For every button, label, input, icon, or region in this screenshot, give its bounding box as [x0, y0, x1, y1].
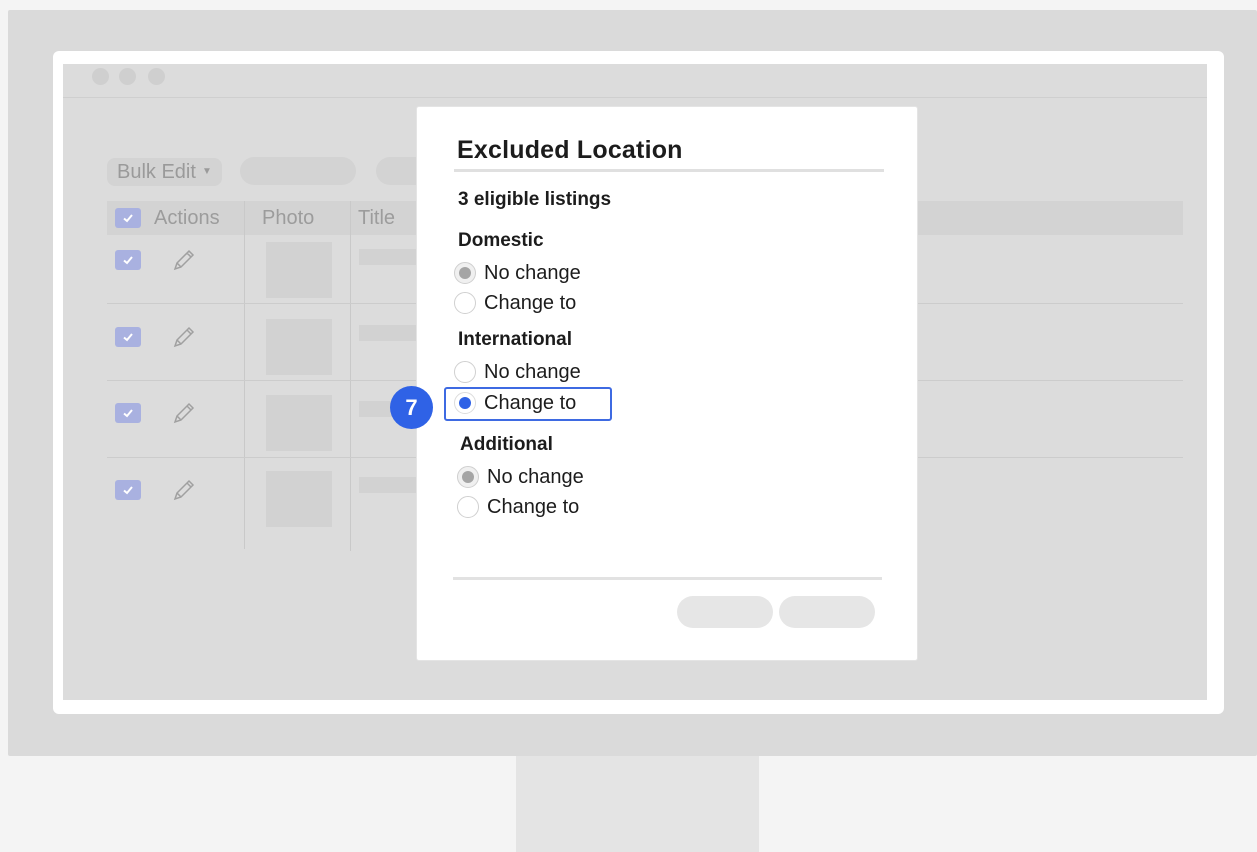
option-label: No change [484, 360, 581, 383]
section-label-additional: Additional [460, 434, 553, 455]
select-all-checkbox[interactable] [115, 208, 141, 228]
row-checkbox[interactable] [115, 403, 141, 423]
radio-button[interactable] [457, 496, 479, 518]
listing-photo [266, 471, 332, 527]
edit-pencil-icon[interactable] [170, 323, 198, 351]
edit-pencil-icon[interactable] [170, 476, 198, 504]
row-checkbox[interactable] [115, 327, 141, 347]
radio-button[interactable] [454, 392, 476, 414]
edit-pencil-icon[interactable] [170, 246, 198, 274]
row-checkbox[interactable] [115, 480, 141, 500]
listing-photo [266, 319, 332, 375]
section-label-international: International [458, 329, 573, 350]
check-icon [123, 486, 133, 495]
modal-footer-divider [453, 577, 882, 580]
international-no-change-option[interactable]: No change [454, 359, 581, 385]
column-header-photo[interactable]: Photo [262, 201, 314, 235]
column-header-title[interactable]: Title [358, 201, 395, 235]
apply-button[interactable] [779, 596, 875, 628]
check-icon [123, 214, 133, 223]
window-close-dot[interactable] [92, 68, 109, 85]
column-header-actions[interactable]: Actions [154, 201, 220, 235]
modal-title: Excluded Location [457, 136, 683, 164]
option-label: Change to [484, 291, 577, 314]
listing-photo [266, 395, 332, 451]
toolbar-filter-pill[interactable] [240, 157, 356, 185]
listing-photo [266, 242, 332, 298]
eligible-listings-count: 3 eligible listings [458, 189, 612, 210]
listing-title-placeholder [359, 249, 419, 265]
option-label: No change [487, 465, 584, 488]
domestic-change-to-option[interactable]: Change to [454, 290, 576, 316]
check-icon [123, 333, 133, 342]
check-icon [123, 256, 133, 265]
domestic-no-change-option[interactable]: No change [454, 260, 581, 286]
section-label-domestic: Domestic [458, 230, 544, 251]
option-label: No change [484, 261, 581, 284]
radio-button[interactable] [457, 466, 479, 488]
bulk-edit-label: Bulk Edit [117, 161, 196, 183]
listing-title-placeholder [359, 477, 419, 493]
radio-button[interactable] [454, 292, 476, 314]
window-minimize-dot[interactable] [119, 68, 136, 85]
international-change-to-option[interactable]: Change to [454, 390, 576, 416]
step-number-badge: 7 [390, 386, 433, 429]
monitor-stand [516, 756, 759, 852]
check-icon [123, 409, 133, 418]
window-maximize-dot[interactable] [148, 68, 165, 85]
bulk-edit-dropdown[interactable]: Bulk Edit ▼ [107, 158, 222, 186]
modal-title-divider [454, 169, 884, 172]
cancel-button[interactable] [677, 596, 773, 628]
listing-title-placeholder [359, 325, 419, 341]
option-label: Change to [484, 391, 577, 414]
radio-button[interactable] [454, 262, 476, 284]
column-divider [350, 201, 351, 551]
caret-down-icon: ▼ [201, 166, 212, 177]
titlebar-divider [63, 97, 1207, 98]
row-checkbox[interactable] [115, 250, 141, 270]
edit-pencil-icon[interactable] [170, 399, 198, 427]
additional-no-change-option[interactable]: No change [457, 464, 584, 490]
radio-button[interactable] [454, 361, 476, 383]
excluded-location-modal: Excluded Location 3 eligible listings Do… [390, 106, 918, 661]
additional-change-to-option[interactable]: Change to [457, 494, 579, 520]
option-label: Change to [487, 495, 580, 518]
column-divider [244, 201, 245, 549]
